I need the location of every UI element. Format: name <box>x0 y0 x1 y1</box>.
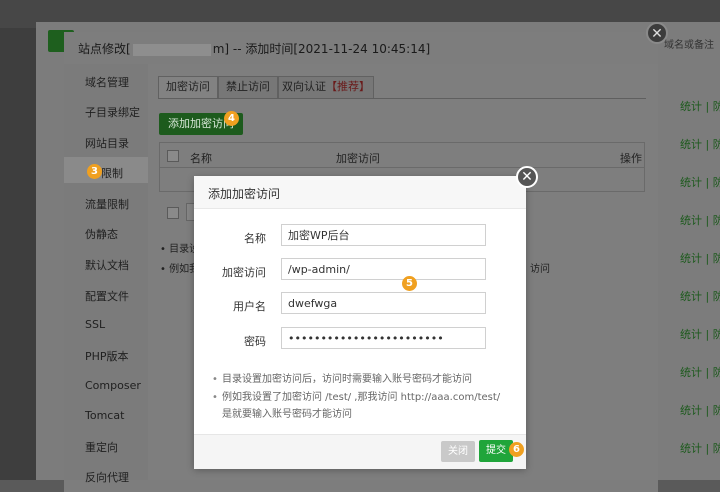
bg-row-action[interactable]: 统计 | 防 <box>680 288 720 308</box>
sidebar-item-domain[interactable]: 域名管理 <box>85 74 147 90</box>
close-button[interactable]: 关闭 <box>441 441 475 462</box>
sidebar-item-redirect[interactable]: 重定向 <box>85 439 147 455</box>
sidebar-item-php[interactable]: PHP版本 <box>85 348 147 364</box>
modal-close-icon[interactable]: ✕ <box>516 166 538 188</box>
bg-row-action[interactable]: 统计 | 防 <box>680 326 720 346</box>
tab-forbid-access[interactable]: 禁止访问 <box>218 76 278 98</box>
username-input[interactable] <box>281 292 486 314</box>
password-input[interactable] <box>281 327 486 349</box>
password-label: 密码 <box>244 335 266 348</box>
bg-row-action[interactable]: 统计 | 防 <box>680 250 720 270</box>
site-edit-dialog-title: 站点修改[ m] -- 添加时间[2021-11-24 10:45:14] <box>78 40 430 57</box>
bg-row-action[interactable]: 统计 | 防 <box>680 364 720 384</box>
col-action-header: 操作 <box>620 152 642 165</box>
modal-tip-1: 目录设置加密访问后，访问时需要输入账号密码才能访问 <box>212 371 512 388</box>
tab-two-way-auth[interactable]: 双向认证【推荐】 <box>278 76 374 98</box>
background-search-hint: 域名或备注 <box>664 40 714 51</box>
step-badge-3: 3 <box>87 164 102 179</box>
modal-title: 添加加密访问 <box>208 187 281 201</box>
tab-encrypt-access[interactable]: 加密访问 <box>158 76 218 98</box>
tab-two-way-auth-label: 双向认证 <box>282 80 326 93</box>
select-all-checkbox[interactable] <box>167 150 179 162</box>
username-label: 用户名 <box>233 300 266 313</box>
bg-row-action[interactable]: 统计 | 防 <box>680 136 720 156</box>
submit-button[interactable]: 提交 <box>479 440 513 462</box>
bg-row-action[interactable]: 统计 | 防 <box>680 174 720 194</box>
batch-checkbox[interactable] <box>167 207 179 219</box>
path-label: 加密访问 <box>222 266 266 279</box>
bg-note-2-tail: 访问 <box>530 264 550 275</box>
name-label: 名称 <box>244 232 266 245</box>
bg-row-action[interactable]: 统计 | 防 <box>680 98 720 118</box>
recommend-tag: 【推荐】 <box>326 80 370 93</box>
sidebar-item-default-doc[interactable]: 默认文档 <box>85 257 147 273</box>
sidebar-item-ssl[interactable]: SSL <box>85 318 147 331</box>
bg-row-action[interactable]: 统计 | 防 <box>680 402 720 422</box>
sidebar-item-tomcat[interactable]: Tomcat <box>85 409 147 422</box>
step-badge-4: 4 <box>224 111 239 126</box>
sidebar-item-subdir[interactable]: 子目录绑定 <box>85 104 147 120</box>
sidebar-item-site-dir[interactable]: 网站目录 <box>85 135 147 151</box>
name-input[interactable] <box>281 224 486 246</box>
title-prefix: 站点修改[ <box>78 42 131 56</box>
col-access-header: 加密访问 <box>336 152 380 165</box>
sidebar-item-traffic[interactable]: 流量限制 <box>85 196 147 212</box>
blurred-domain <box>132 43 211 56</box>
title-suffix: m] -- 添加时间[2021-11-24 10:45:14] <box>212 42 431 56</box>
sidebar-item-proxy[interactable]: 反向代理 <box>85 469 147 485</box>
step-badge-6: 6 <box>509 442 524 457</box>
modal-tip-2: 例如我设置了加密访问 /test/ ,那我访问 http://aaa.com/t… <box>212 389 512 423</box>
site-dialog-close-icon[interactable]: ✕ <box>646 22 668 44</box>
sidebar-item-config[interactable]: 配置文件 <box>85 288 147 304</box>
sidebar-item-composer[interactable]: Composer <box>85 379 147 392</box>
step-badge-5: 5 <box>402 276 417 291</box>
modal-footer <box>194 434 526 469</box>
path-input[interactable] <box>281 258 486 280</box>
encrypt-access-table-header <box>159 142 645 168</box>
sidebar-item-rewrite[interactable]: 伪静态 <box>85 226 147 242</box>
col-name-header: 名称 <box>190 152 212 165</box>
add-encrypt-access-modal <box>194 176 526 468</box>
bg-row-action[interactable]: 统计 | 防 <box>680 212 720 232</box>
bg-row-action[interactable]: 统计 | 防 <box>680 440 720 460</box>
